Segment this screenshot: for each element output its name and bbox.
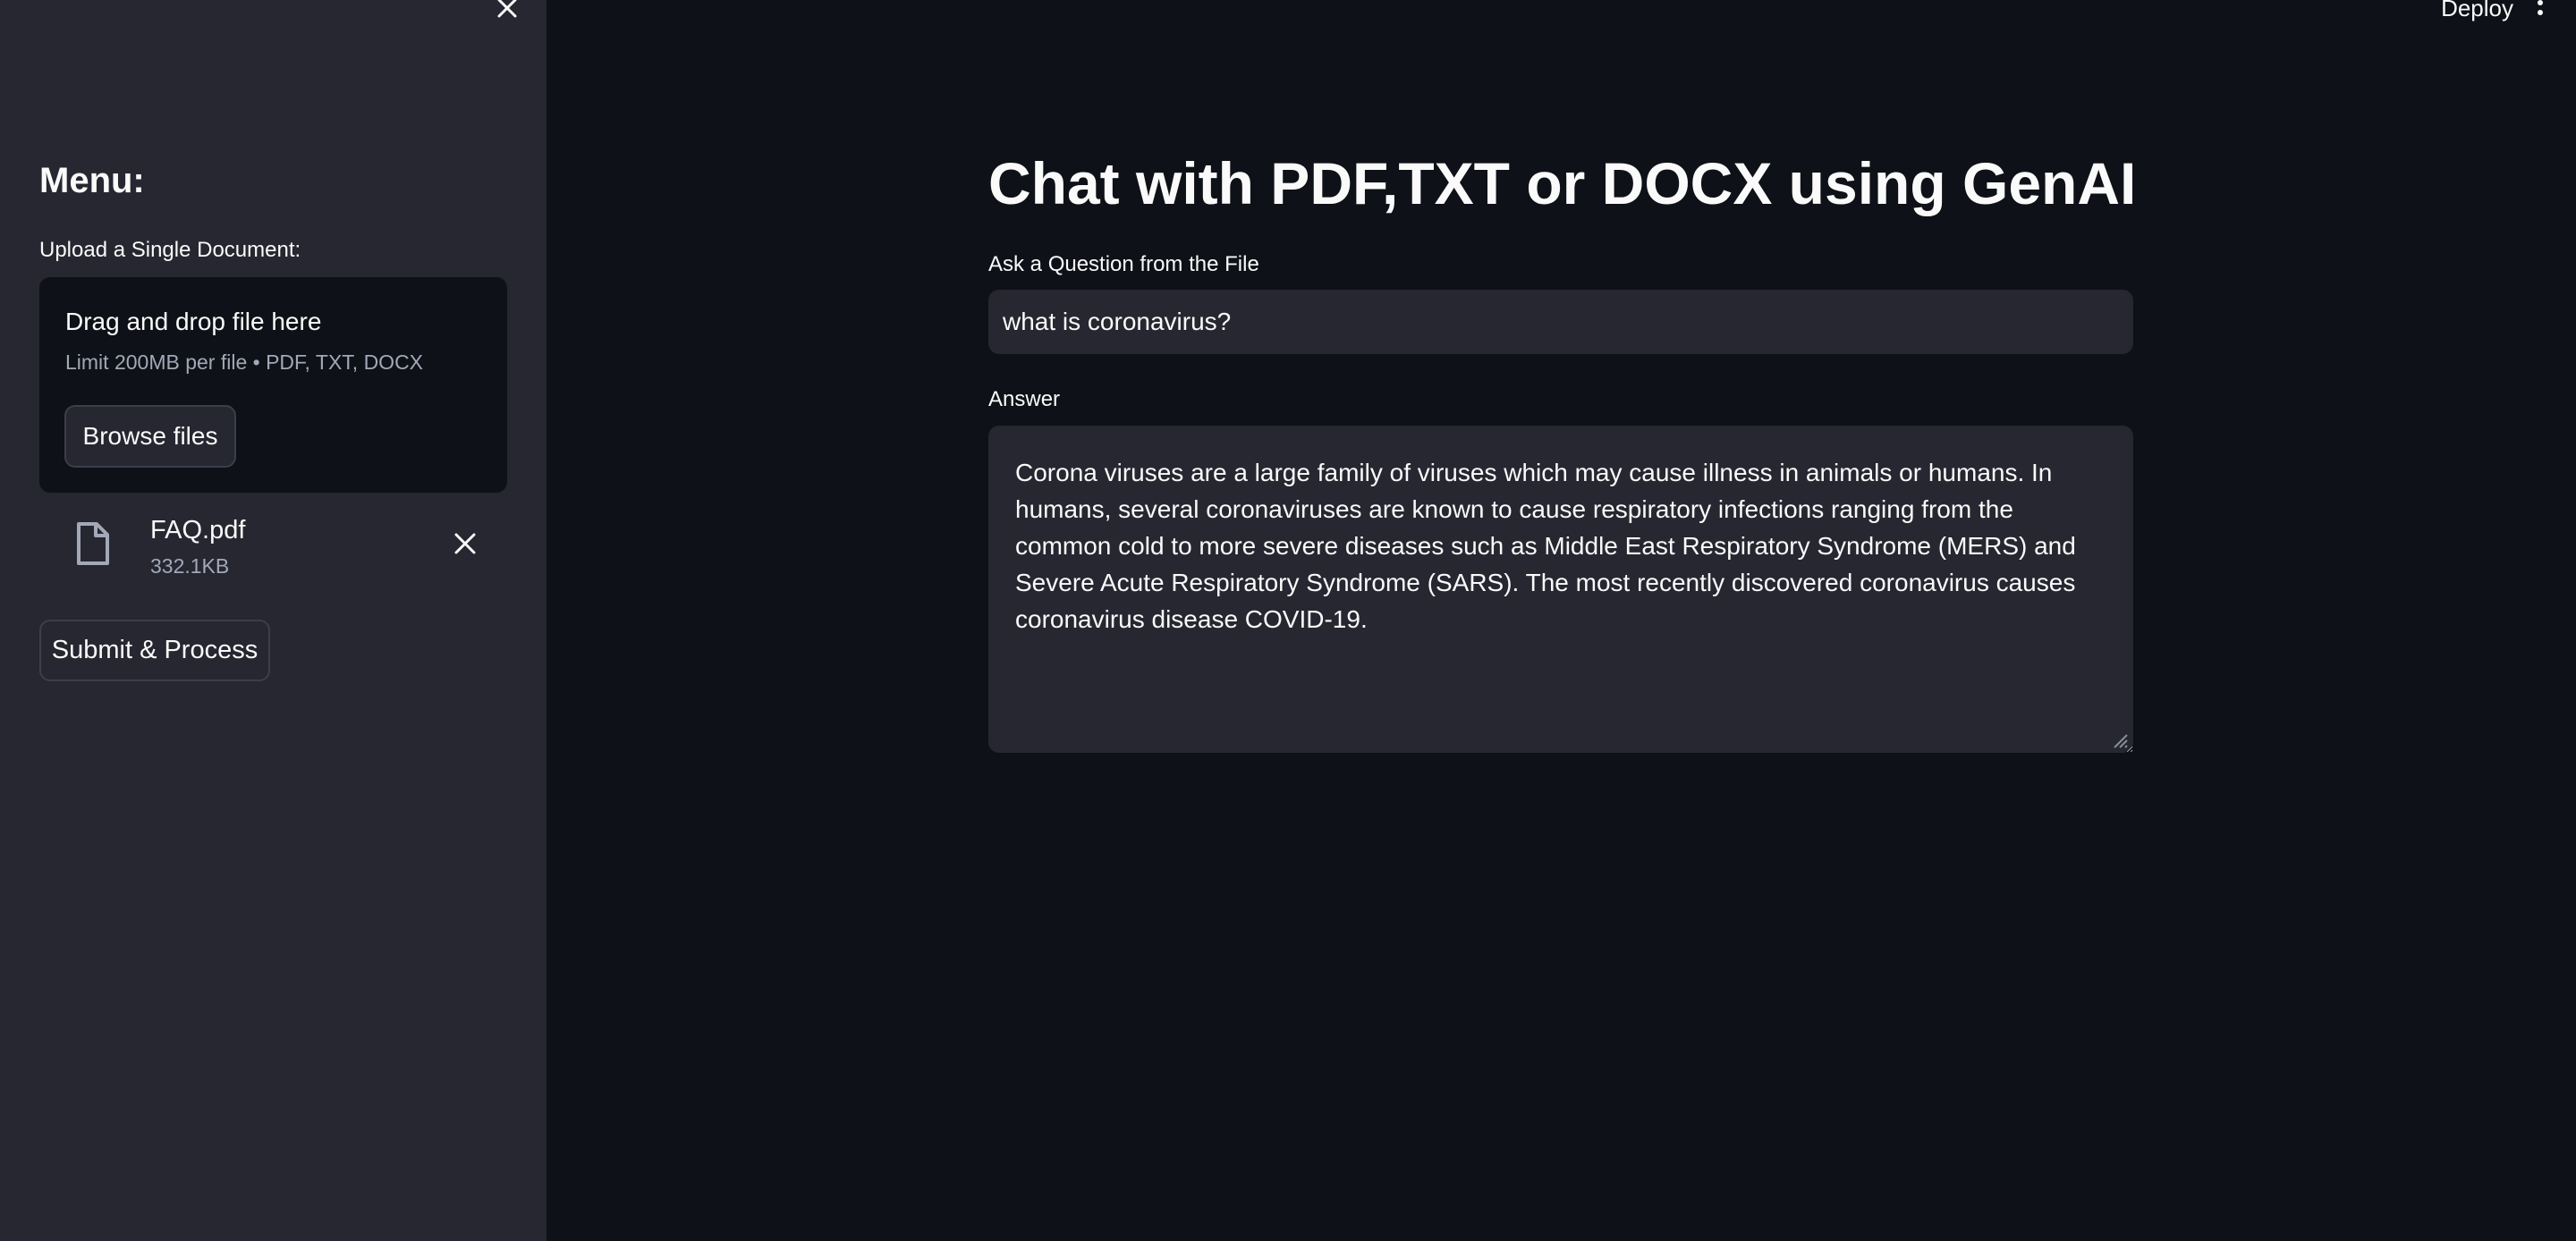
answer-label: Answer bbox=[988, 387, 1061, 411]
deploy-button[interactable]: Deploy bbox=[2415, 0, 2513, 21]
remove-file-icon[interactable] bbox=[451, 529, 479, 558]
more-options-icon[interactable] bbox=[2533, 0, 2547, 20]
resize-grip-icon[interactable] bbox=[2109, 730, 2129, 749]
file-name: FAQ.pdf bbox=[150, 516, 246, 545]
dropzone-title: Drag and drop file here bbox=[65, 308, 322, 335]
answer-textarea[interactable]: Corona viruses are a large family of vir… bbox=[988, 426, 2133, 753]
page-title: Chat with PDF,TXT or DOCX using GenAI bbox=[988, 150, 2137, 216]
file-dropzone[interactable]: Drag and drop file here Limit 200MB per … bbox=[39, 277, 507, 493]
submit-process-button[interactable]: Submit & Process bbox=[39, 620, 270, 681]
menu-title: Menu: bbox=[39, 161, 145, 200]
close-sidebar-icon[interactable] bbox=[494, 0, 521, 20]
question-input[interactable] bbox=[988, 290, 2133, 354]
upload-label: Upload a Single Document: bbox=[39, 238, 301, 262]
sidebar: Menu: Upload a Single Document: Drag and… bbox=[0, 0, 547, 1241]
file-icon bbox=[75, 522, 111, 565]
dropzone-limit: Limit 200MB per file • PDF, TXT, DOCX bbox=[65, 350, 424, 374]
uploaded-file: FAQ.pdf 332.1KB bbox=[39, 510, 507, 581]
question-label: Ask a Question from the File bbox=[988, 252, 1259, 276]
file-size: 332.1KB bbox=[150, 554, 230, 578]
browse-files-button[interactable]: Browse files bbox=[64, 405, 236, 468]
